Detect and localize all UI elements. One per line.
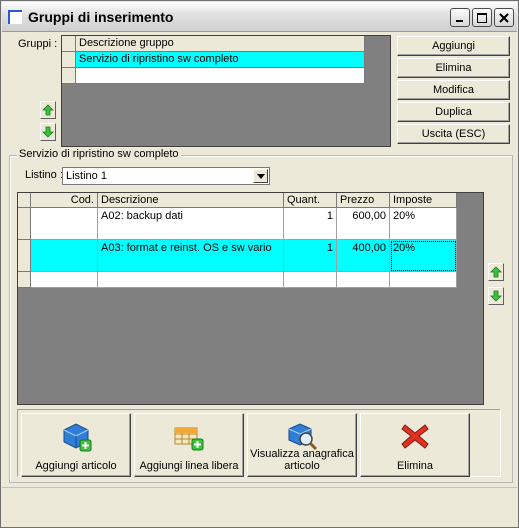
minimize-icon: [456, 19, 463, 22]
edit-group-button[interactable]: Modifica: [397, 80, 510, 100]
add-article-button[interactable]: Aggiungi articolo: [21, 413, 131, 477]
move-group-up-button[interactable]: [40, 101, 56, 119]
column-header-descrizione[interactable]: Descrizione: [98, 193, 284, 208]
cell-prezzo[interactable]: 400,00: [337, 240, 390, 272]
red-x-icon: [401, 424, 429, 449]
column-header-prezzo[interactable]: Prezzo: [337, 193, 390, 208]
delete-group-button[interactable]: Elimina: [397, 58, 510, 78]
maximize-button[interactable]: [472, 8, 492, 27]
move-article-down-button[interactable]: [488, 287, 504, 305]
cell-prezzo[interactable]: 600,00: [337, 208, 390, 240]
close-icon: [499, 12, 509, 23]
cube-magnifier-icon: [288, 423, 318, 451]
cell-prezzo[interactable]: [337, 272, 390, 288]
column-header-cod[interactable]: Cod.: [31, 193, 98, 208]
row-indicator[interactable]: [62, 68, 76, 84]
cell-descrizione[interactable]: A03: format e reinst. OS e sw vario: [98, 240, 284, 272]
move-article-up-button[interactable]: [488, 263, 504, 281]
view-article-button[interactable]: Visualizza anagrafica articolo: [247, 413, 357, 477]
chevron-down-icon: [256, 173, 265, 179]
row-indicator[interactable]: [18, 240, 31, 272]
cube-add-icon: [63, 423, 92, 452]
group-row-empty[interactable]: [76, 68, 365, 84]
minimize-button[interactable]: [450, 8, 470, 27]
grid-corner: [62, 36, 76, 52]
cell-imposte[interactable]: [390, 272, 457, 288]
maximize-icon: [477, 12, 487, 23]
arrow-up-icon: [490, 266, 502, 278]
column-header-imposte[interactable]: Imposte: [390, 193, 457, 208]
delete-article-label: Elimina: [396, 460, 434, 472]
move-group-down-button[interactable]: [40, 123, 56, 141]
arrow-down-icon: [42, 126, 54, 138]
group-row-selected[interactable]: Servizio di ripristino sw completo: [76, 52, 365, 68]
window: Gruppi di inserimento Gruppi : Descrizio…: [0, 0, 519, 528]
articles-grid[interactable]: Cod. Descrizione Quant. Prezzo Imposte A…: [17, 192, 484, 405]
row-indicator[interactable]: [18, 272, 31, 288]
cell-cod[interactable]: [31, 208, 98, 240]
arrow-down-icon: [490, 290, 502, 302]
listino-value: Listino 1: [66, 170, 107, 182]
cell-imposte[interactable]: 20%: [390, 208, 457, 240]
cell-quant[interactable]: [284, 272, 337, 288]
close-button[interactable]: [494, 8, 514, 27]
view-article-label-line2: articolo: [284, 460, 320, 472]
status-divider: [2, 487, 517, 488]
cell-quant[interactable]: 1: [284, 208, 337, 240]
listino-label: Listino :: [25, 169, 63, 181]
row-indicator[interactable]: [18, 208, 31, 240]
row-indicator[interactable]: [62, 52, 76, 68]
groups-grid[interactable]: Descrizione gruppo Servizio di ripristin…: [61, 35, 391, 147]
gruppi-label: Gruppi :: [18, 38, 58, 50]
add-group-button[interactable]: Aggiungi: [397, 36, 510, 56]
cell-descrizione[interactable]: [98, 272, 284, 288]
add-article-label: Aggiungi articolo: [35, 460, 117, 472]
cell-cod[interactable]: [31, 272, 98, 288]
title-bar[interactable]: Gruppi di inserimento: [2, 2, 517, 32]
add-free-line-button[interactable]: Aggiungi linea libera: [134, 413, 244, 477]
add-free-line-label: Aggiungi linea libera: [139, 460, 239, 472]
delete-article-button[interactable]: Elimina: [360, 413, 470, 477]
window-title: Gruppi di inserimento: [28, 9, 174, 25]
group-detail-title: Servizio di ripristino sw completo: [17, 148, 181, 160]
window-icon: [8, 10, 22, 24]
cell-cod[interactable]: [31, 240, 98, 272]
column-header-quant[interactable]: Quant.: [284, 193, 337, 208]
listino-dropdown-button[interactable]: [253, 169, 268, 183]
exit-button[interactable]: Uscita (ESC): [397, 124, 510, 144]
cell-imposte-focused[interactable]: 20%: [390, 240, 457, 272]
cell-quant[interactable]: 1: [284, 240, 337, 272]
column-header-descrizione-gruppo[interactable]: Descrizione gruppo: [76, 36, 365, 52]
listino-select[interactable]: Listino 1: [62, 167, 270, 185]
arrow-up-icon: [42, 104, 54, 116]
cell-descrizione[interactable]: A02: backup dati: [98, 208, 284, 240]
grid-corner: [18, 193, 31, 208]
table-add-icon: [174, 427, 204, 451]
duplicate-group-button[interactable]: Duplica: [397, 102, 510, 122]
